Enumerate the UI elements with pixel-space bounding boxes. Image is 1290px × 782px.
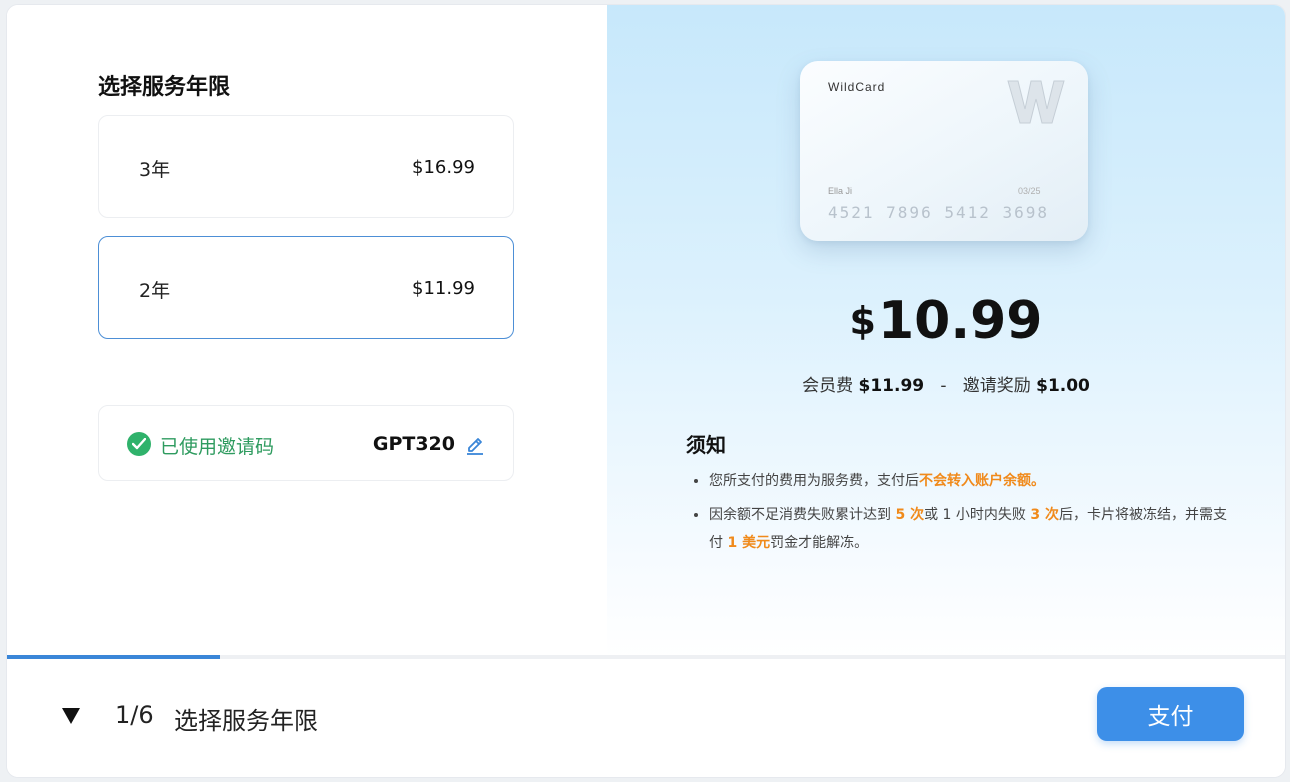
caret-down-icon[interactable] bbox=[62, 708, 80, 724]
notice-title: 须知 bbox=[686, 433, 726, 457]
breakdown-separator: - bbox=[940, 376, 947, 396]
card-number: 4521 7896 5412 3698 bbox=[828, 203, 1050, 222]
step-title: 选择服务年限 bbox=[174, 707, 318, 735]
check-circle-icon bbox=[127, 432, 151, 456]
plan-name: 2年 bbox=[139, 280, 171, 302]
invite-code-value: GPT320 bbox=[372, 433, 455, 455]
summary-panel: WildCard Ella Ji 03/25 4521 7896 5412 36… bbox=[607, 5, 1285, 657]
reward-label: 邀请奖励 bbox=[962, 376, 1031, 396]
card-holder: Ella Ji bbox=[828, 186, 853, 196]
plan-option-2-years[interactable]: 2年 $11.99 bbox=[98, 236, 514, 339]
currency-symbol: $ bbox=[849, 299, 876, 343]
virtual-card-image: WildCard Ella Ji 03/25 4521 7896 5412 36… bbox=[800, 61, 1088, 241]
invite-code-box: 已使用邀请码 GPT320 bbox=[98, 405, 514, 481]
notice-list: 您所支付的费用为服务费，支付后不会转入账户余额。 因余额不足消费失败累计达到 5… bbox=[686, 467, 1229, 563]
section-title: 选择服务年限 bbox=[98, 75, 231, 100]
reward-value: $1.00 bbox=[1036, 376, 1090, 396]
total-price: $10.99 bbox=[607, 291, 1285, 351]
plan-price: $11.99 bbox=[412, 278, 475, 299]
fee-label: 会员费 bbox=[802, 376, 854, 396]
plan-option-3-years[interactable]: 3年 $16.99 bbox=[98, 115, 514, 218]
card-brand: WildCard bbox=[828, 80, 886, 94]
total-amount: 10.99 bbox=[877, 291, 1043, 351]
plan-name: 3年 bbox=[139, 159, 171, 181]
step-counter: 1/6 bbox=[115, 701, 154, 729]
plan-price: $16.99 bbox=[412, 157, 475, 178]
card-logo-icon bbox=[1006, 77, 1066, 127]
fee-value: $11.99 bbox=[858, 376, 925, 396]
notice-item: 因余额不足消费失败累计达到 5 次或 1 小时内失败 3 次后，卡片将被冻结，并… bbox=[709, 501, 1229, 557]
plan-selection-panel: 选择服务年限 3年 $16.99 2年 $11.99 已使用邀请码 GPT320 bbox=[7, 5, 607, 657]
price-breakdown: 会员费 $11.99 - 邀请奖励 $1.00 bbox=[607, 371, 1285, 396]
invite-status-label: 已使用邀请码 bbox=[160, 436, 275, 458]
card-expiry: 03/25 bbox=[1018, 186, 1041, 196]
edit-icon[interactable] bbox=[465, 433, 485, 455]
payment-dialog: 选择服务年限 3年 $16.99 2年 $11.99 已使用邀请码 GPT320 bbox=[6, 4, 1286, 778]
notice-item: 您所支付的费用为服务费，支付后不会转入账户余额。 bbox=[709, 467, 1229, 495]
footer-bar: 1/6 选择服务年限 支付 bbox=[7, 659, 1285, 777]
pay-button[interactable]: 支付 bbox=[1097, 687, 1244, 741]
